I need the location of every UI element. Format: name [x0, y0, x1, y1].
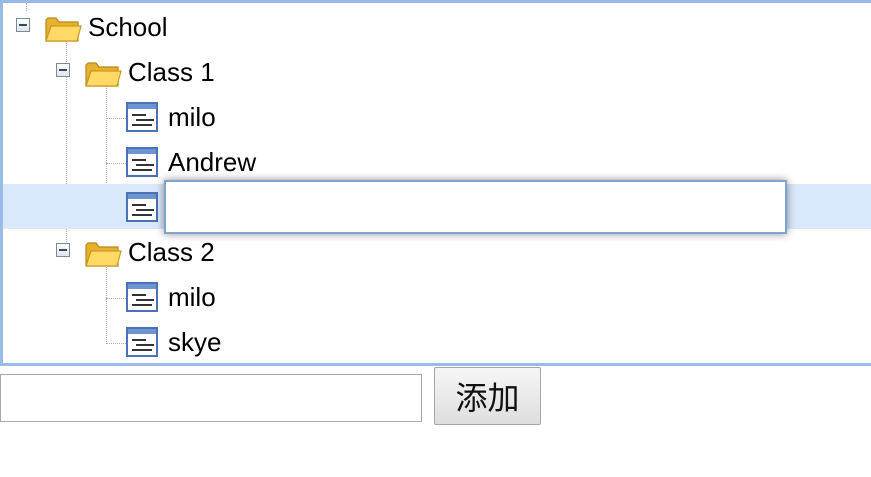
leaf-node-icon: [126, 192, 158, 222]
new-node-input[interactable]: [0, 374, 422, 422]
collapse-minus-icon[interactable]: [16, 18, 30, 32]
tree-node-label: School: [88, 12, 168, 42]
leaf-node-icon: [126, 327, 158, 357]
tree-leaf-label: skye: [168, 327, 222, 357]
tree-node-class-2[interactable]: Class 2: [3, 229, 871, 274]
add-button[interactable]: 添加: [434, 367, 541, 425]
tree-node-school[interactable]: School: [3, 4, 871, 49]
tree-leaf-label: milo: [168, 102, 216, 132]
tree-leaf-andrew[interactable]: Andrew: [3, 139, 871, 184]
tree-node-label: Class 2: [128, 237, 215, 267]
collapse-minus-icon[interactable]: [56, 63, 70, 77]
tree-leaf-label: Andrew: [168, 147, 257, 177]
folder-open-icon: [85, 242, 122, 267]
tree-leaf-milo[interactable]: milo: [3, 94, 871, 139]
leaf-node-icon: [126, 102, 158, 132]
folder-open-icon: [85, 62, 122, 87]
node-edit-input[interactable]: [164, 180, 787, 234]
collapse-minus-icon[interactable]: [56, 243, 70, 257]
tree-node-class-1[interactable]: Class 1: [3, 49, 871, 94]
tree-node-label: Class 1: [128, 57, 215, 87]
leaf-node-icon: [126, 282, 158, 312]
tree-leaf-milo[interactable]: milo: [3, 274, 871, 319]
tree-leaf-label: milo: [168, 282, 216, 312]
tree-leaf-skye[interactable]: skye: [3, 319, 871, 363]
folder-open-icon: [45, 17, 82, 42]
leaf-node-icon: [126, 147, 158, 177]
